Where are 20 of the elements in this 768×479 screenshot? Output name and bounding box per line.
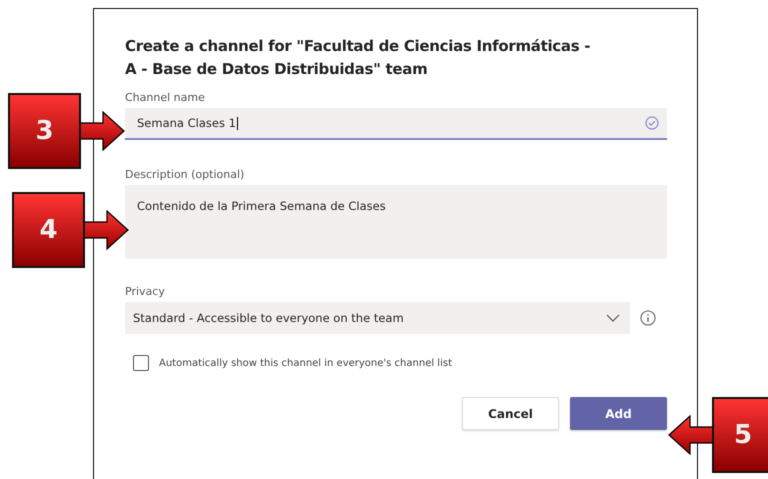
right-arrow-icon <box>79 111 125 151</box>
left-arrow-icon <box>668 415 714 455</box>
cancel-button[interactable]: Cancel <box>462 397 559 430</box>
check-circle-icon <box>645 116 659 130</box>
checkbox[interactable] <box>133 355 149 371</box>
step-number-badge: 4 <box>12 192 85 268</box>
add-button[interactable]: Add <box>570 397 667 430</box>
chevron-down-icon <box>606 314 620 322</box>
step-number-badge: 5 <box>712 397 768 473</box>
field-label: Privacy <box>125 285 166 298</box>
channel-name-field[interactable]: Semana Clases 1 <box>125 108 667 140</box>
step-number-badge: 3 <box>8 93 81 169</box>
info-icon[interactable] <box>640 310 656 326</box>
checkbox-label: Automatically show this channel in everyone's channel list <box>159 358 452 368</box>
privacy-dropdown[interactable]: Standard - Accessible to everyone on the team <box>125 302 630 334</box>
dialog-title: Create a channel for "Facultad de Ciencias Informáticas - A - Base de Datos Distribuidas" team <box>125 36 592 80</box>
field-label: Description (optional) <box>125 168 246 181</box>
description-field[interactable]: Contenido de la Primera Semana de Clases <box>125 185 667 259</box>
field-label: Channel name <box>125 91 206 104</box>
right-arrow-icon <box>83 210 129 250</box>
